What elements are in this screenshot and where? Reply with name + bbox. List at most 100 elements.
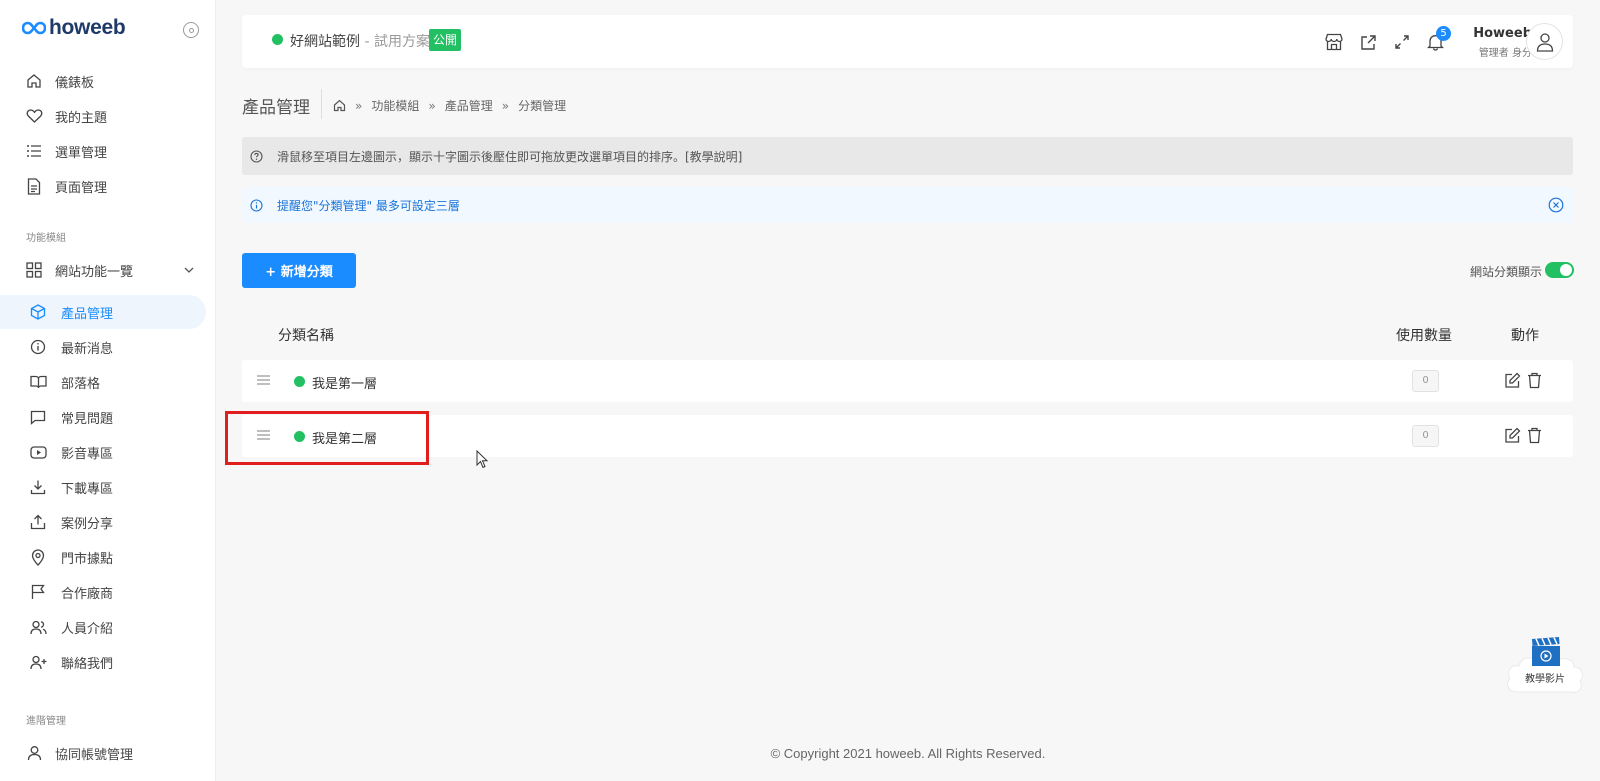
user-icon bbox=[1536, 32, 1553, 52]
breadcrumb-current: 分類管理 bbox=[518, 99, 567, 113]
breadcrumb-separator: » bbox=[501, 98, 510, 113]
tutorial-video-widget[interactable]: 教學影片 bbox=[1503, 634, 1587, 700]
site-status-dot bbox=[272, 34, 283, 45]
trash-icon[interactable] bbox=[1527, 427, 1542, 444]
topbar: 好網站範例 - 試用方案 公開 5 Howeeb 管理者 身分 bbox=[242, 15, 1573, 68]
sidebar-section-modules: 功能模組 bbox=[26, 233, 66, 244]
trash-icon[interactable] bbox=[1527, 372, 1542, 389]
sidebar-item-menus[interactable]: 選單管理 bbox=[0, 134, 216, 168]
document-icon bbox=[25, 177, 43, 195]
sidebar-item-cases[interactable]: 案例分享 bbox=[0, 505, 216, 539]
sidebar-item-label: 部落格 bbox=[61, 376, 101, 392]
drag-tip-alert: 滑鼠移至項目左邊圖示，顯示十字圖示後壓住即可拖放更改選單項目的排序。[教學說明] bbox=[242, 137, 1573, 175]
sidebar-section-advanced: 進階管理 bbox=[26, 716, 66, 727]
sidebar-item-label: 儀錶板 bbox=[55, 75, 95, 91]
user-plus-icon bbox=[29, 653, 47, 671]
sidebar-item-label: 門市據點 bbox=[61, 551, 114, 567]
sidebar-item-themes[interactable]: 我的主題 bbox=[0, 99, 216, 133]
download-icon bbox=[29, 478, 47, 496]
flag-icon bbox=[29, 583, 47, 601]
breadcrumb-item[interactable]: 功能模組 bbox=[371, 97, 419, 114]
page-title: 產品管理 bbox=[242, 98, 310, 118]
sidebar-item-label: 影音專區 bbox=[61, 446, 114, 462]
sidebar-item-label: 產品管理 bbox=[61, 306, 114, 322]
category-display-toggle[interactable] bbox=[1545, 262, 1574, 278]
category-display-label: 網站分類顯示 bbox=[1469, 265, 1542, 279]
sidebar-item-downloads[interactable]: 下載專區 bbox=[0, 470, 216, 504]
sidebar-item-label: 協同帳號管理 bbox=[55, 747, 134, 763]
user-icon bbox=[25, 744, 43, 762]
sidebar-item-faq[interactable]: 常見問題 bbox=[0, 400, 216, 434]
list-icon bbox=[25, 142, 43, 160]
breadcrumb-home-icon[interactable] bbox=[333, 99, 346, 112]
breadcrumb-separator: » bbox=[355, 98, 363, 113]
status-dot bbox=[294, 376, 305, 387]
sidebar-item-label: 網站功能一覽 bbox=[55, 264, 134, 280]
category-name: 我是第一層 bbox=[312, 377, 378, 392]
tutorial-video-label: 教學影片 bbox=[1525, 674, 1565, 685]
sidebar-item-label: 選單管理 bbox=[55, 145, 108, 161]
close-icon[interactable] bbox=[1548, 197, 1564, 213]
box-icon bbox=[29, 303, 47, 321]
sidebar-item-pages[interactable]: 頁面管理 bbox=[0, 169, 216, 203]
clapperboard-icon bbox=[1532, 637, 1560, 666]
sidebar-item-products[interactable]: 產品管理 bbox=[0, 295, 206, 329]
sidebar-item-blog[interactable]: 部落格 bbox=[0, 365, 216, 399]
sidebar-item-contact[interactable]: 聯絡我們 bbox=[0, 645, 216, 679]
column-header-count: 使用數量 bbox=[1396, 328, 1452, 344]
fullscreen-icon[interactable] bbox=[1392, 32, 1412, 52]
grid-icon bbox=[25, 261, 43, 279]
breadcrumb-separator: » bbox=[428, 98, 436, 113]
sidebar-item-label: 聯絡我們 bbox=[61, 656, 114, 672]
footer-copyright: © Copyright 2021 howeeb. All Rights Rese… bbox=[770, 746, 1046, 761]
sidebar-item-team[interactable]: 人員介紹 bbox=[0, 610, 216, 644]
site-plan: - 試用方案 bbox=[360, 34, 430, 50]
column-header-actions: 動作 bbox=[1511, 328, 1539, 344]
chevron-down-icon bbox=[184, 267, 194, 273]
sidebar-item-label: 常見問題 bbox=[61, 411, 114, 427]
sidebar-item-label: 我的主題 bbox=[55, 110, 108, 126]
avatar[interactable] bbox=[1526, 23, 1563, 60]
edit-icon[interactable] bbox=[1504, 427, 1521, 444]
sidebar-item-collaborators[interactable]: 協同帳號管理 bbox=[0, 736, 216, 770]
table-row: 我是第一層 0 bbox=[242, 360, 1573, 402]
add-category-button[interactable]: + 新增分類 bbox=[242, 253, 356, 288]
edit-icon[interactable] bbox=[1504, 372, 1521, 389]
user-role: 管理者 身分 bbox=[1478, 48, 1532, 59]
store-icon[interactable] bbox=[1324, 32, 1344, 52]
toggle-knob bbox=[1560, 264, 1572, 276]
drag-handle-icon[interactable] bbox=[256, 374, 271, 386]
sidebar-item-partners[interactable]: 合作廠商 bbox=[0, 575, 216, 609]
column-header-name: 分類名稱 bbox=[278, 328, 334, 344]
sidebar-collapse-button[interactable] bbox=[183, 22, 199, 38]
share-icon bbox=[29, 513, 47, 531]
site-name-text: 好網站範例 bbox=[290, 34, 360, 50]
table-row: 我是第二層 0 bbox=[242, 415, 1573, 457]
public-badge: 公開 bbox=[429, 29, 462, 51]
user-name: Howeeb bbox=[1473, 26, 1532, 41]
home-icon bbox=[25, 72, 43, 90]
mouse-cursor-icon bbox=[476, 450, 489, 469]
site-name[interactable]: 好網站範例 - 試用方案 bbox=[290, 31, 430, 51]
logo[interactable]: howeeb bbox=[22, 16, 126, 40]
help-circle-icon bbox=[250, 149, 263, 163]
sidebar-item-news[interactable]: 最新消息 bbox=[0, 330, 216, 364]
usage-count: 0 bbox=[1412, 425, 1439, 447]
logo-text: howeeb bbox=[49, 16, 126, 39]
sidebar-item-label: 案例分享 bbox=[61, 516, 114, 532]
sidebar: howeeb 儀錶板 我的主題 選單管理 頁面管理 功能模組 網站功能一覽 產品… bbox=[0, 0, 216, 781]
layer-reminder-text: 提醒您"分類管理" 最多可設定三層 bbox=[277, 198, 460, 213]
sidebar-item-label: 下載專區 bbox=[61, 481, 114, 497]
breadcrumb-item[interactable]: 產品管理 bbox=[445, 97, 493, 114]
external-link-icon[interactable] bbox=[1358, 32, 1378, 52]
map-pin-icon bbox=[29, 548, 47, 566]
heart-icon bbox=[25, 107, 43, 125]
info-icon bbox=[29, 338, 47, 356]
chat-icon bbox=[29, 408, 47, 426]
sidebar-item-videos[interactable]: 影音專區 bbox=[0, 435, 216, 469]
sidebar-item-stores[interactable]: 門市據點 bbox=[0, 540, 216, 574]
sidebar-item-label: 人員介紹 bbox=[61, 621, 114, 637]
sidebar-group-site-features[interactable]: 網站功能一覽 bbox=[0, 253, 216, 287]
sidebar-item-dashboard[interactable]: 儀錶板 bbox=[0, 64, 216, 98]
usage-count: 0 bbox=[1412, 370, 1439, 392]
